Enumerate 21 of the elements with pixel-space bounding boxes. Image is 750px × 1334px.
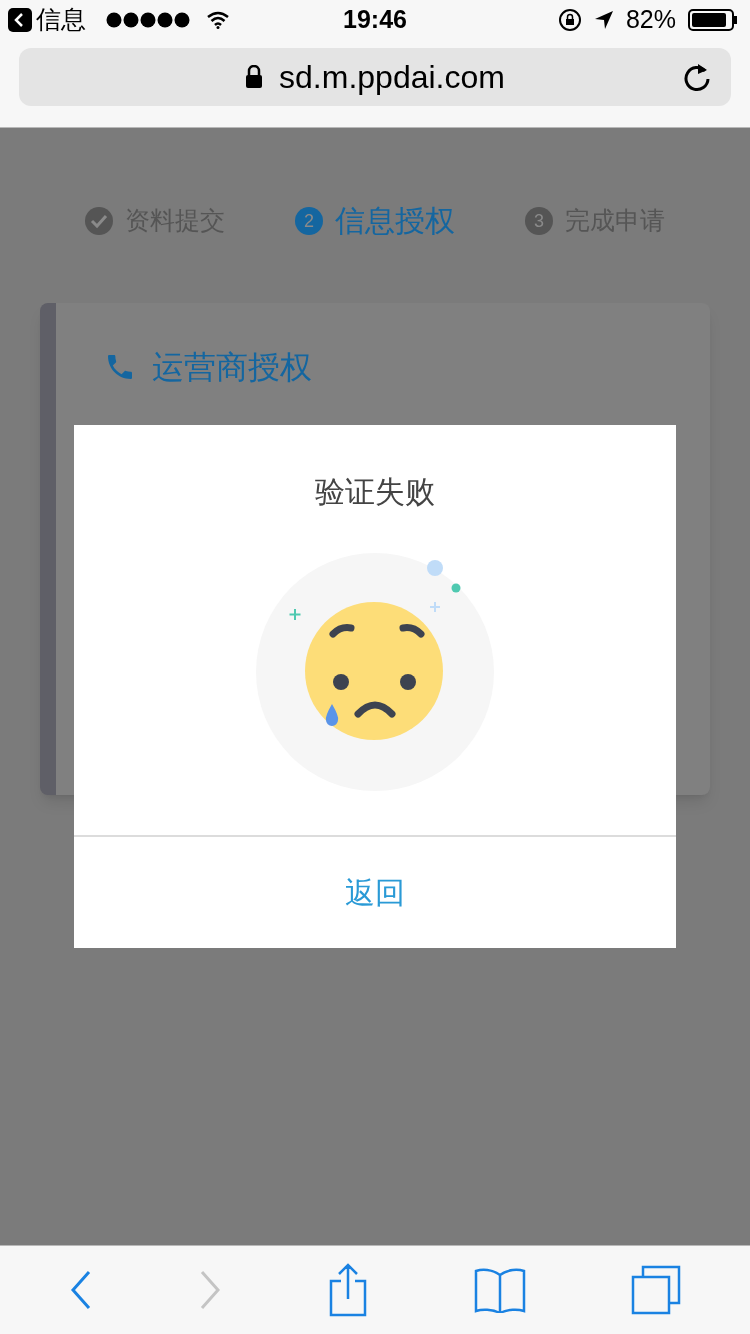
url-text: sd.m.ppdai.com — [279, 58, 505, 97]
signal-icon — [106, 12, 190, 28]
clock-time: 19:46 — [343, 4, 407, 36]
battery-percent: 82% — [625, 4, 676, 36]
dialog-title: 验证失败 — [315, 474, 435, 510]
share-icon[interactable] — [328, 1263, 368, 1317]
back-app-label[interactable]: 信息 — [36, 1, 86, 39]
wifi-icon — [206, 11, 230, 29]
step-label: 信息授权 — [335, 203, 455, 239]
rotation-lock-icon — [557, 8, 582, 32]
book-icon[interactable] — [473, 1267, 526, 1313]
location-arrow-icon — [593, 10, 614, 30]
step-number: 2 — [295, 206, 323, 235]
lock-icon — [245, 65, 264, 89]
battery-icon — [688, 9, 738, 31]
back-icon[interactable] — [68, 1270, 93, 1310]
tabs-icon[interactable] — [631, 1265, 682, 1315]
back-app-icon[interactable] — [8, 8, 32, 32]
card-title: 运营商授权 — [152, 348, 312, 387]
address-bar[interactable]: sd.m.ppdai.com — [19, 48, 731, 106]
reload-icon[interactable] — [683, 62, 711, 92]
